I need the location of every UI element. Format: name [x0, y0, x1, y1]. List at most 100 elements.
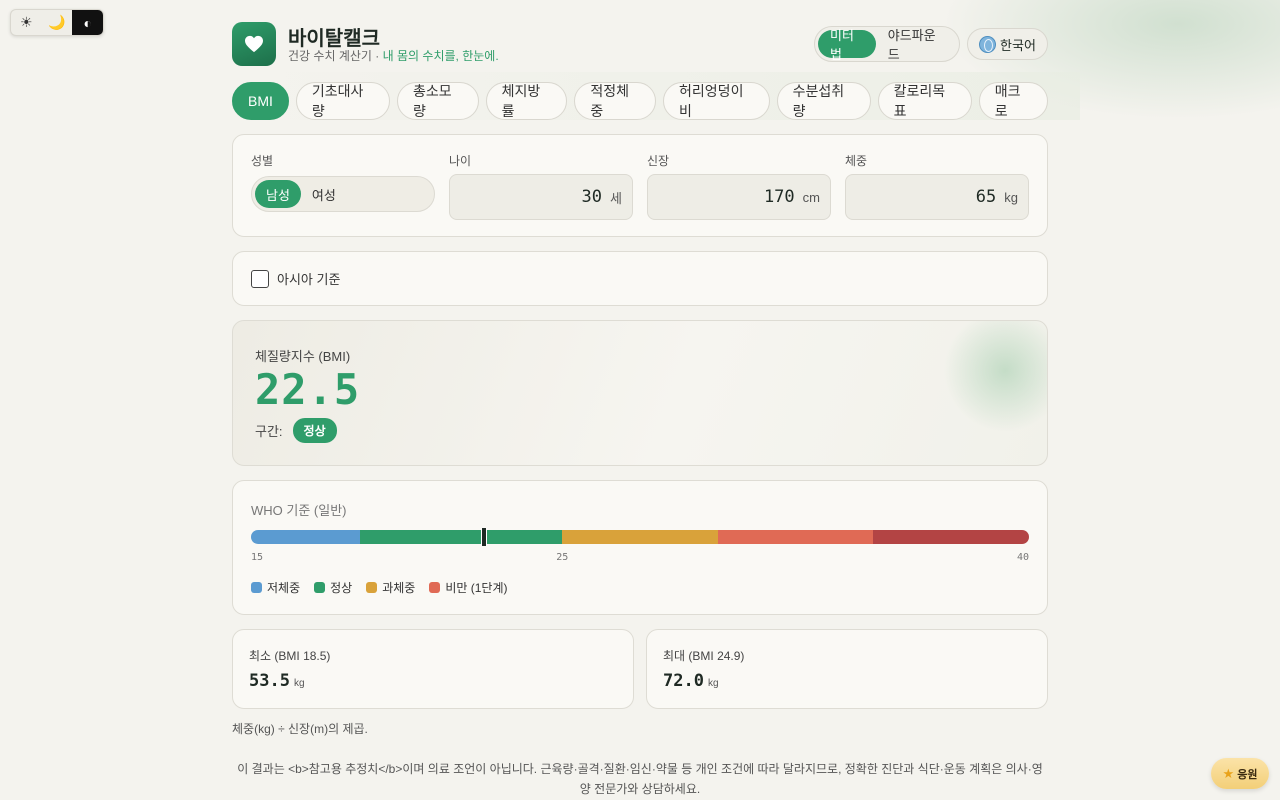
- legend-item: 과체중: [366, 579, 415, 596]
- gender-field: 성별 남성 여성: [251, 152, 435, 212]
- tick-mid: 25: [556, 552, 569, 563]
- app-subtitle: 건강 수치 계산기 · 내 몸의 수치를, 한눈에.: [288, 47, 499, 64]
- light-theme-button[interactable]: ☀: [11, 10, 42, 35]
- scale-segment: [562, 530, 719, 544]
- result-glow: [933, 321, 1047, 431]
- scale-title: WHO 기준 (일반): [251, 503, 347, 518]
- heart-icon: [245, 35, 263, 53]
- tab-bmi[interactable]: BMI: [232, 82, 289, 120]
- weight-value: 65: [975, 187, 997, 207]
- logo: [232, 22, 276, 66]
- age-field: 나이 30 세: [449, 152, 633, 220]
- status-badge: 정상: [292, 418, 337, 443]
- height-value: 170: [763, 187, 795, 207]
- imperial-button[interactable]: 야드파운드: [876, 28, 956, 62]
- max-weight-unit: kg: [707, 678, 719, 689]
- calculator-tabs: BMI 기초대사량 총소모량 체지방률 적정체중 허리엉덩이비 수분섭취량 칼로…: [232, 82, 1048, 120]
- star-icon: ★: [1222, 765, 1235, 781]
- result-card: 체질량지수 (BMI) 22.5 구간: 정상: [232, 320, 1048, 466]
- support-button[interactable]: ★ 응원: [1211, 758, 1269, 789]
- male-button[interactable]: 남성: [255, 180, 301, 208]
- legend-item: 비만 (1단계): [429, 579, 508, 596]
- tab-macro[interactable]: 매크로: [978, 82, 1048, 120]
- gender-toggle: 남성 여성: [251, 176, 435, 212]
- dark-theme-button[interactable]: 🌙: [42, 10, 73, 35]
- legend-swatch: [429, 582, 441, 593]
- globe-icon: [979, 35, 997, 53]
- tab-waist-hip[interactable]: 허리엉덩이비: [663, 82, 770, 120]
- legend-item: 정상: [314, 579, 352, 596]
- moon-icon: 🌙: [48, 14, 66, 30]
- height-input[interactable]: 170 cm: [647, 174, 831, 220]
- max-weight-label: 최대 (BMI 24.9): [663, 649, 745, 663]
- language-label: 한국어: [1000, 37, 1036, 53]
- tab-calorie-goal[interactable]: 칼로리목표: [877, 82, 972, 120]
- bmi-scale-bar: [251, 530, 1029, 544]
- scale-segment: [873, 530, 1029, 544]
- legend-item: 저체중: [251, 579, 300, 596]
- min-weight-unit: kg: [293, 678, 305, 689]
- tab-water-intake[interactable]: 수분섭취량: [776, 82, 871, 120]
- result-label: 체질량지수 (BMI): [255, 349, 351, 364]
- scale-segment: [251, 530, 361, 544]
- disclaimer: 이 결과는 <b>참고용 추정치</b>이며 의료 조언이 아닙니다. 근육량·…: [237, 762, 1043, 796]
- age-unit: 세: [610, 190, 622, 206]
- unit-toggle: 미터법 야드파운드: [814, 26, 960, 62]
- legend-label: 정상: [330, 581, 353, 595]
- legend-swatch: [314, 582, 326, 593]
- weight-input[interactable]: 65 kg: [845, 174, 1029, 220]
- age-value: 30: [581, 187, 603, 207]
- sun-icon: ☀: [20, 14, 33, 30]
- age-input[interactable]: 30 세: [449, 174, 633, 220]
- weight-field: 체중 65 kg: [845, 152, 1029, 220]
- contrast-theme-button[interactable]: ◐: [72, 10, 103, 35]
- min-weight-card: 최소 (BMI 18.5) 53.5 kg: [232, 629, 634, 709]
- max-weight-card: 최대 (BMI 24.9) 72.0 kg: [646, 629, 1048, 709]
- legend-label: 비만 (1단계): [445, 581, 508, 595]
- language-button[interactable]: 한국어: [967, 28, 1048, 60]
- max-weight-value: 72.0: [663, 671, 704, 691]
- height-field: 신장 170 cm: [647, 152, 831, 220]
- input-card: 성별 남성 여성 나이 30 세 신장 170 cm 체중 65 kg: [232, 134, 1048, 237]
- asia-standard-label: 아시아 기준: [277, 272, 341, 287]
- contrast-icon: ◐: [83, 14, 92, 31]
- legend-swatch: [251, 582, 262, 593]
- age-label: 나이: [449, 154, 472, 168]
- bmi-marker: [481, 528, 488, 546]
- theme-switcher: ☀ 🌙 ◐: [10, 9, 104, 36]
- min-weight-value: 53.5: [249, 671, 290, 691]
- max-weight-value-row: 72.0 kg: [663, 671, 719, 691]
- legend: 저체중 정상 과체중 비만 (1단계): [251, 579, 508, 596]
- legend-label: 저체중: [267, 581, 301, 595]
- female-button[interactable]: 여성: [301, 180, 347, 208]
- tab-bmr[interactable]: 기초대사량: [295, 82, 390, 120]
- header: 바이탈캘크 건강 수치 계산기 · 내 몸의 수치를, 한눈에. 미터법 야드파…: [232, 22, 1048, 66]
- legend-label: 과체중: [382, 581, 416, 595]
- asia-standard-card: 아시아 기준: [232, 251, 1048, 306]
- category-label: 구간:: [255, 424, 283, 439]
- formula-note: 체중(kg) ÷ 신장(m)의 제곱.: [232, 722, 368, 736]
- tab-ideal-weight[interactable]: 적정체중: [574, 82, 657, 120]
- height-unit: cm: [802, 189, 820, 205]
- weight-unit: kg: [1004, 189, 1018, 205]
- category-row: 구간: 정상: [255, 418, 337, 443]
- scale-card: WHO 기준 (일반) 15 25 40 저체중 정상 과체중 비만 (1단계): [232, 480, 1048, 615]
- subtitle-prefix: 건강 수치 계산기 ·: [288, 49, 383, 63]
- min-weight-label: 최소 (BMI 18.5): [249, 649, 331, 663]
- weight-label: 체중: [845, 154, 868, 168]
- asia-standard-checkbox[interactable]: [251, 269, 269, 288]
- tab-body-fat[interactable]: 체지방률: [485, 82, 568, 120]
- scale-segment: [359, 530, 564, 544]
- height-label: 신장: [647, 154, 670, 168]
- tab-tdee[interactable]: 총소모량: [396, 82, 479, 120]
- subtitle-accent: 내 몸의 수치를, 한눈에.: [382, 49, 499, 63]
- support-label: 응원: [1237, 768, 1258, 781]
- min-weight-value-row: 53.5 kg: [249, 671, 305, 691]
- bmi-value: 22.5: [255, 365, 361, 414]
- legend-swatch: [366, 582, 378, 593]
- tick-min: 15: [251, 552, 264, 563]
- scale-segment: [717, 530, 875, 544]
- tick-max: 40: [1017, 552, 1030, 563]
- gender-label: 성별: [251, 154, 274, 168]
- metric-button[interactable]: 미터법: [818, 28, 876, 62]
